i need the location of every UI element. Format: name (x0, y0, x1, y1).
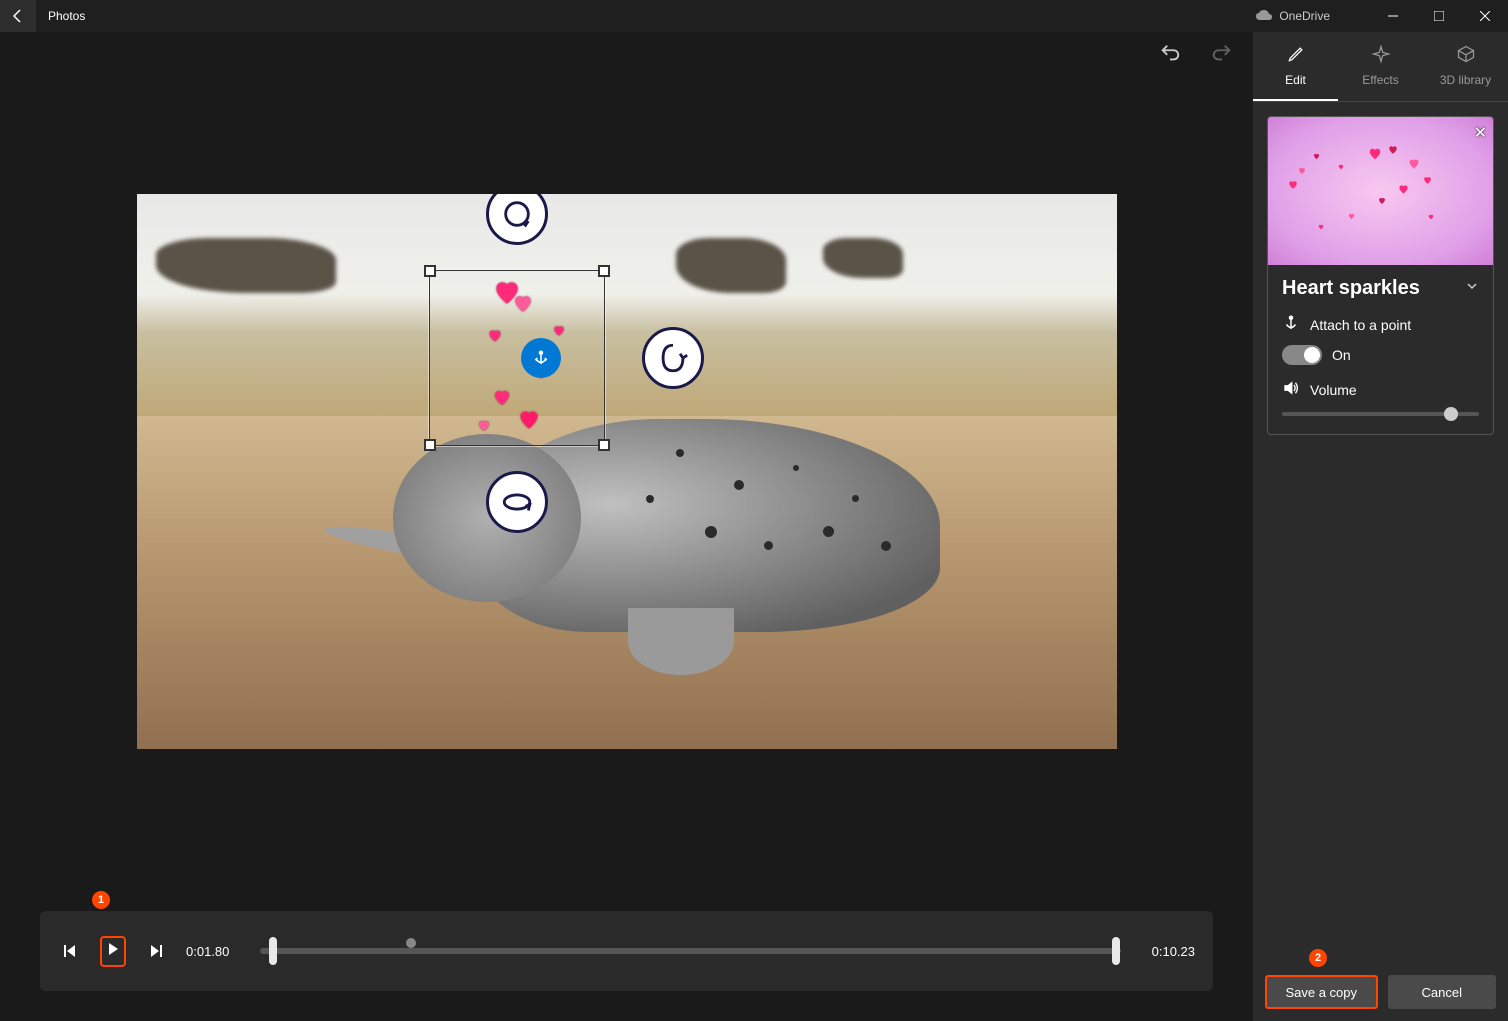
effect-marker[interactable] (406, 938, 416, 948)
editor-area: 1 0:01.80 0:10.23 (0, 32, 1253, 1021)
pencil-icon (1286, 44, 1306, 67)
titlebar: Photos OneDrive (0, 0, 1508, 32)
cloud-icon (1255, 9, 1273, 24)
current-time: 0:01.80 (186, 944, 242, 959)
chevron-down-icon[interactable] (1465, 279, 1479, 298)
trim-end-handle[interactable] (1112, 937, 1120, 965)
minimize-button[interactable] (1370, 0, 1416, 32)
prev-frame-button[interactable] (58, 939, 82, 963)
toggle-state-label: On (1332, 347, 1351, 363)
volume-label: Volume (1310, 382, 1357, 398)
timeline-track[interactable] (260, 948, 1121, 954)
video-canvas[interactable] (137, 194, 1117, 749)
tab-edit[interactable]: Edit (1253, 32, 1338, 101)
total-time: 0:10.23 (1139, 944, 1195, 959)
effect-preview: ✕ (1268, 117, 1493, 265)
edit-sidebar: Edit Effects 3D library ✕ (1253, 32, 1508, 1021)
back-button[interactable] (0, 0, 36, 32)
callout-badge: 2 (1309, 949, 1327, 967)
undo-button[interactable] (1159, 42, 1181, 69)
sparkle-icon (1371, 44, 1391, 67)
effect-selection-box[interactable] (429, 270, 605, 446)
app-title: Photos (48, 9, 85, 23)
trim-start-handle[interactable] (269, 937, 277, 965)
onedrive-status[interactable]: OneDrive (1255, 9, 1330, 24)
resize-handle-bl[interactable] (424, 439, 436, 451)
volume-icon (1282, 379, 1300, 400)
redo-button[interactable] (1211, 42, 1233, 69)
anchor-icon (1282, 314, 1300, 335)
rotate-x-button[interactable] (486, 471, 548, 533)
anchor-point-icon[interactable] (521, 338, 561, 378)
attach-toggle[interactable] (1282, 345, 1322, 365)
resize-handle-tl[interactable] (424, 265, 436, 277)
next-frame-button[interactable] (144, 939, 168, 963)
callout-badge: 1 (92, 891, 110, 909)
tab-3d-library[interactable]: 3D library (1423, 32, 1508, 101)
attach-label: Attach to a point (1310, 317, 1411, 333)
volume-thumb[interactable] (1444, 407, 1458, 421)
close-button[interactable] (1462, 0, 1508, 32)
resize-handle-br[interactable] (598, 439, 610, 451)
resize-handle-tr[interactable] (598, 265, 610, 277)
save-a-copy-button[interactable]: Save a copy (1265, 975, 1378, 1009)
tab-effects[interactable]: Effects (1338, 32, 1423, 101)
close-icon[interactable]: ✕ (1474, 123, 1487, 143)
effect-card: ✕ Heart sparkles (1267, 116, 1494, 435)
rotate-y-button[interactable] (642, 327, 704, 389)
volume-slider[interactable] (1282, 412, 1479, 416)
effect-name: Heart sparkles (1282, 277, 1420, 300)
cancel-button[interactable]: Cancel (1388, 975, 1497, 1009)
play-button[interactable] (100, 936, 126, 967)
maximize-button[interactable] (1416, 0, 1462, 32)
playback-bar: 1 0:01.80 0:10.23 (40, 911, 1213, 991)
cube-icon (1456, 44, 1476, 67)
